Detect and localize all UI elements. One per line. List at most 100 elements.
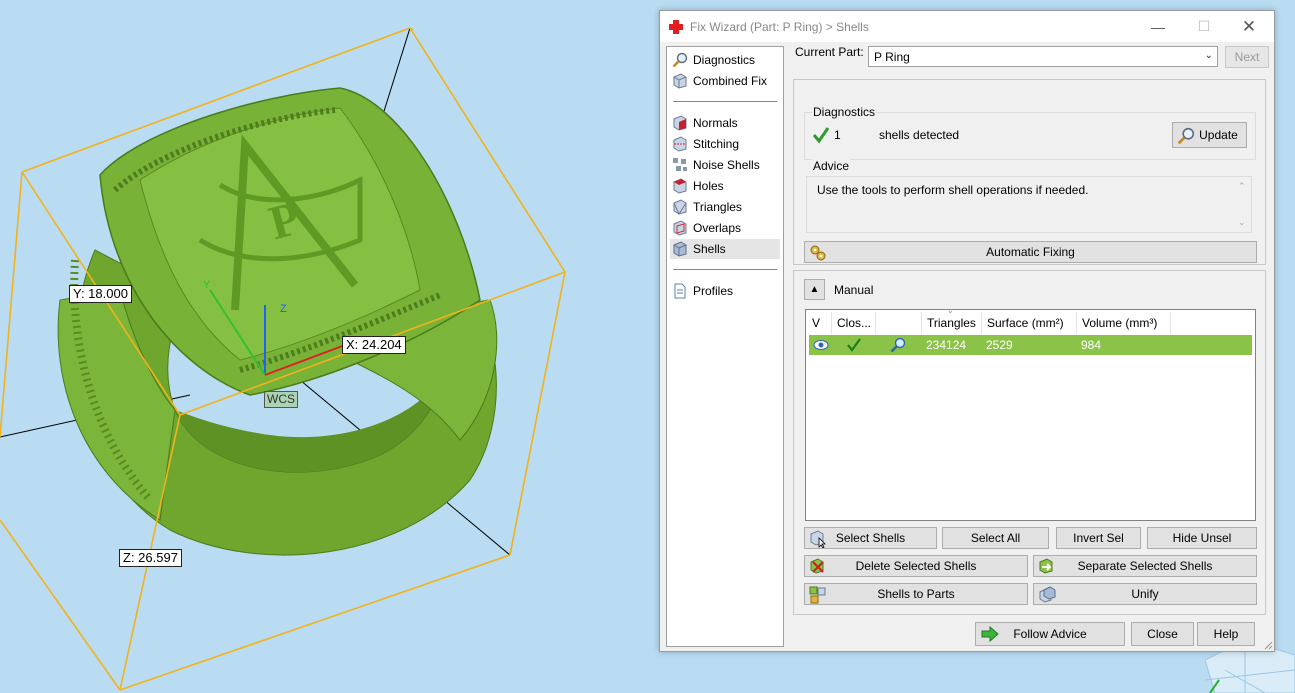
select-shells-button[interactable]: Select Shells — [804, 527, 937, 549]
nav-item-triangles[interactable]: Triangles — [670, 197, 780, 217]
delete-selected-shells-button[interactable]: Delete Selected Shells — [804, 555, 1028, 577]
close-window-button[interactable]: ✕ — [1226, 11, 1272, 42]
nav-item-holes[interactable]: Holes — [670, 176, 780, 196]
nav-label: Profiles — [693, 284, 734, 298]
3d-viewport[interactable]: P Z Y Y: 18.000 X: 24.204 Z: 26.597 WCS — [0, 0, 660, 693]
resize-grip-icon[interactable] — [1263, 640, 1273, 650]
gears-icon — [810, 245, 826, 261]
advice-text: Use the tools to perform shell operation… — [817, 183, 1089, 197]
column-header-surface[interactable]: Surface (mm²) — [982, 312, 1077, 334]
nav-item-diagnostics[interactable]: Diagnostics — [670, 50, 780, 70]
current-part-label: Current Part: — [795, 45, 864, 59]
magnifier-icon[interactable] — [890, 337, 906, 353]
table-row[interactable]: 234124 2529 984 — [809, 335, 1252, 355]
separate-shells-icon — [1039, 558, 1053, 574]
nav-item-stitching[interactable]: Stitching — [670, 134, 780, 154]
advice-title: Advice — [812, 159, 851, 173]
wcs-label: WCS — [264, 391, 298, 408]
invert-sel-button[interactable]: Invert Sel — [1056, 527, 1141, 549]
shells-to-parts-label: Shells to Parts — [877, 587, 955, 601]
unify-label: Unify — [1131, 587, 1159, 601]
window-title: Fix Wizard (Part: P Ring) > Shells — [690, 19, 869, 34]
follow-advice-label: Follow Advice — [1013, 627, 1087, 641]
automatic-fixing-label: Automatic Fixing — [986, 245, 1075, 259]
select-shells-icon — [810, 530, 826, 548]
nav-separator — [673, 101, 777, 102]
svg-text:Z: Z — [280, 303, 287, 315]
nav-item-noise-shells[interactable]: Noise Shells — [670, 155, 780, 175]
column-header-action[interactable] — [876, 312, 922, 334]
nav-item-normals[interactable]: Normals — [670, 113, 780, 133]
column-header-volume[interactable]: Volume (mm³) — [1077, 312, 1171, 334]
nav-item-shells[interactable]: Shells — [670, 239, 780, 259]
surface-cell: 2529 — [986, 338, 1013, 352]
z-dimension-label: Z: 26.597 — [119, 549, 182, 567]
green-arrow-right-icon — [981, 625, 999, 643]
column-header-visible[interactable]: V — [807, 312, 832, 334]
select-all-button[interactable]: Select All — [942, 527, 1049, 549]
fix-wizard-window: Fix Wizard (Part: P Ring) > Shells — ☐ ✕… — [659, 10, 1275, 652]
holes-cube-icon — [673, 178, 687, 194]
hide-unsel-button[interactable]: Hide Unsel — [1147, 527, 1257, 549]
follow-advice-button[interactable]: Follow Advice — [975, 622, 1125, 646]
title-bar[interactable]: Fix Wizard (Part: P Ring) > Shells — ☐ ✕ — [660, 11, 1274, 42]
next-button[interactable]: Next — [1225, 46, 1269, 68]
nav-label: Diagnostics — [693, 53, 756, 67]
diagnostics-title: Diagnostics — [812, 105, 877, 119]
normals-cube-icon — [673, 115, 687, 131]
close-button[interactable]: Close — [1131, 622, 1194, 646]
nav-label: Normals — [693, 116, 738, 130]
shells-cube-icon — [673, 241, 687, 257]
eye-icon[interactable] — [813, 339, 829, 351]
nav-label: Noise Shells — [693, 158, 760, 172]
unify-button[interactable]: Unify — [1033, 583, 1257, 605]
x-dimension-label: X: 24.204 — [342, 336, 406, 354]
triangles-cube-icon — [673, 199, 687, 215]
column-header-triangles[interactable]: Triangles ⌄ — [922, 306, 982, 334]
automatic-fixing-button[interactable]: Automatic Fixing — [804, 241, 1257, 263]
magnifier-icon — [672, 52, 688, 68]
scroll-down-icon: ⌄ — [1238, 217, 1246, 227]
update-button[interactable]: Update — [1172, 122, 1247, 148]
nav-label: Triangles — [693, 200, 742, 214]
advice-box: Use the tools to perform shell operation… — [806, 176, 1252, 233]
overlaps-cube-icon — [673, 220, 687, 236]
shells-to-parts-button[interactable]: Shells to Parts — [804, 583, 1028, 605]
help-button[interactable]: Help — [1197, 622, 1255, 646]
current-part-dropdown[interactable]: P Ring ⌄ — [868, 46, 1218, 67]
shells-detected-text: shells detected — [879, 128, 960, 142]
magnifier-icon — [1177, 127, 1195, 145]
svg-text:Y: Y — [203, 279, 211, 291]
cube-icon — [673, 73, 687, 89]
nav-item-combined-fix[interactable]: Combined Fix — [670, 71, 780, 91]
delete-shells-icon — [810, 558, 824, 574]
chevron-down-icon: ⌄ — [1204, 50, 1213, 61]
shells-table[interactable]: V Clos... Triangles ⌄ Surface (mm²) Volu… — [805, 306, 1256, 521]
unify-icon — [1039, 586, 1056, 603]
automatic-panel: Diagnostics 1 shells detected Update Adv… — [793, 79, 1266, 265]
y-dimension-label: Y: 18.000 — [69, 285, 132, 303]
manual-title: Manual — [834, 283, 874, 297]
select-shells-label: Select Shells — [835, 531, 906, 545]
scroll-up-icon: ⌃ — [1238, 181, 1246, 191]
nav-item-profiles[interactable]: Profiles — [670, 281, 780, 301]
green-check-icon — [812, 127, 830, 144]
document-icon — [674, 283, 686, 299]
stitching-cube-icon — [673, 136, 687, 152]
red-cross-icon — [668, 19, 684, 35]
minimize-button[interactable]: — — [1135, 11, 1181, 42]
delete-selected-shells-label: Delete Selected Shells — [855, 559, 977, 573]
collapse-manual-button[interactable]: ▲ — [804, 279, 825, 300]
current-part-value: P Ring — [874, 49, 910, 64]
triangles-header-label: Triangles — [927, 316, 976, 330]
triangles-cell: 234124 — [926, 338, 967, 352]
advice-scrollbar[interactable]: ⌃ ⌄ — [1235, 179, 1249, 230]
update-label: Update — [1199, 128, 1238, 142]
nav-label: Shells — [693, 242, 726, 256]
nav-label: Combined Fix — [693, 74, 768, 88]
separate-selected-shells-button[interactable]: Separate Selected Shells — [1033, 555, 1257, 577]
maximize-button[interactable]: ☐ — [1181, 11, 1227, 42]
nav-item-overlaps[interactable]: Overlaps — [670, 218, 780, 238]
column-header-closed[interactable]: Clos... — [832, 312, 876, 334]
shells-count: 1 — [834, 128, 841, 142]
